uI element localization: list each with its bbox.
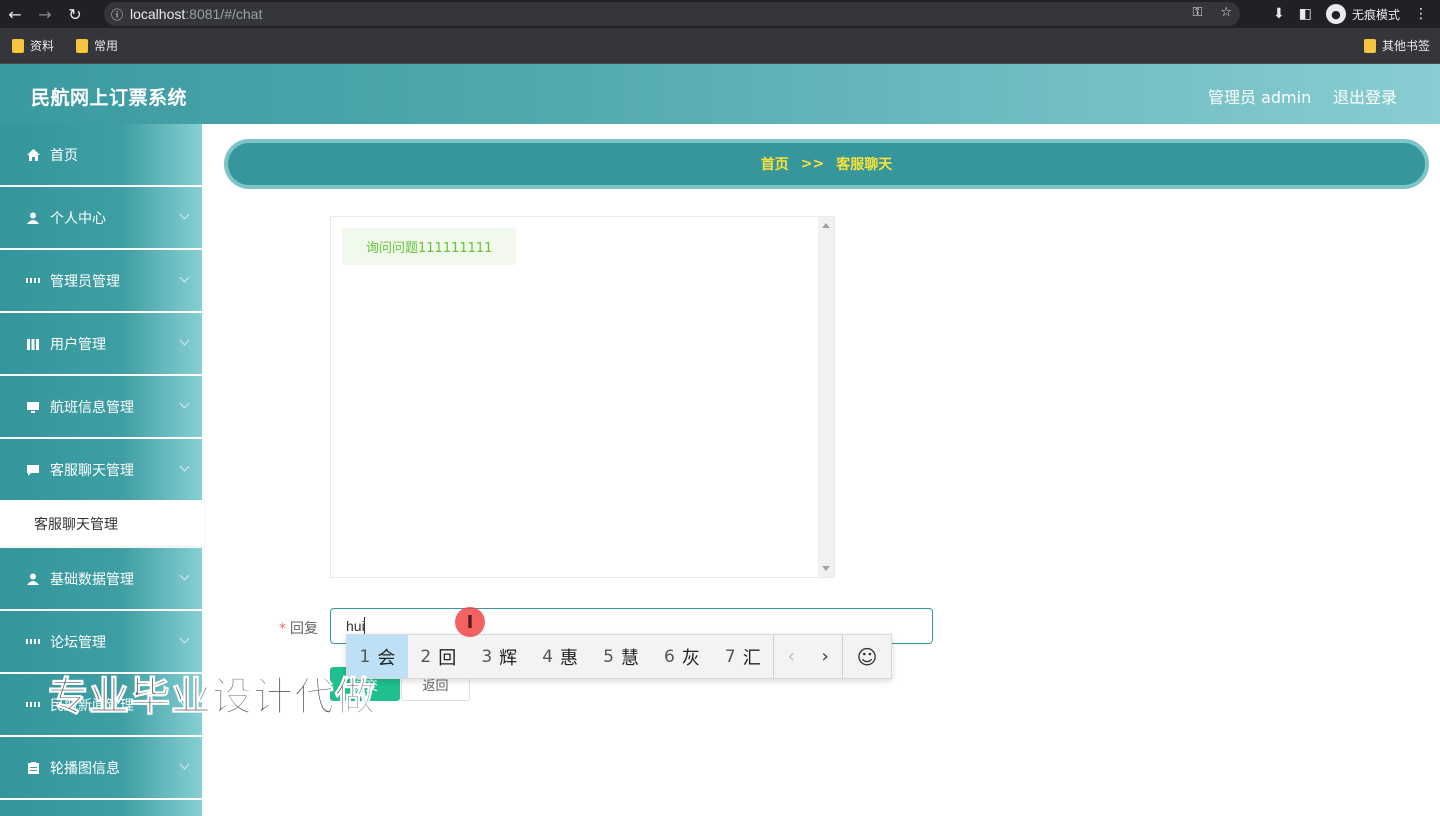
- chat-history[interactable]: 询问问题111111111: [330, 216, 835, 578]
- home-icon: [26, 148, 40, 162]
- ime-candidate[interactable]: 3辉: [469, 635, 530, 678]
- bookmark-folder[interactable]: 常用: [76, 37, 118, 54]
- side-panel-icon[interactable]: ◧: [1299, 6, 1312, 22]
- download-icon[interactable]: ⬇: [1273, 6, 1285, 22]
- folder-icon: [76, 38, 88, 53]
- browser-toolbar: ← → ↻ ⓘ localhost:8081/#/chat ⚿ ☆ ⬇ ◧ ● …: [0, 0, 1440, 28]
- ime-candidate[interactable]: 7汇: [712, 635, 773, 678]
- chat-scrollbar[interactable]: [818, 217, 834, 577]
- address-bar[interactable]: ⓘ localhost:8081/#/chat ⚿ ☆: [104, 2, 1240, 26]
- emoji-icon[interactable]: ☺: [843, 635, 891, 678]
- sidebar-item-home[interactable]: 首页: [0, 124, 202, 185]
- reload-icon[interactable]: ↻: [60, 0, 90, 28]
- breadcrumb: 首页 >> 客服聊天: [224, 139, 1429, 189]
- sidebar-item-profile[interactable]: 个人中心: [0, 187, 202, 248]
- watermark: 专业毕业设计代做: [48, 674, 376, 721]
- ime-candidate[interactable]: 5慧: [591, 635, 652, 678]
- star-icon[interactable]: ☆: [1220, 5, 1232, 20]
- bookmarks-bar: 资料 常用 其他书签: [0, 28, 1440, 64]
- sidebar-item-forum[interactable]: 论坛管理: [0, 611, 202, 672]
- chevron-down-icon: [179, 272, 190, 283]
- ime-next-page-icon[interactable]: ›: [808, 635, 842, 678]
- menu-dots-icon[interactable]: ⋮: [1414, 6, 1428, 22]
- reply-label: * 回复: [279, 621, 318, 637]
- chevron-down-icon: [179, 570, 190, 581]
- grid-icon: [26, 635, 40, 649]
- chevron-down-icon: [179, 335, 190, 346]
- grid-icon: [26, 274, 40, 288]
- ime-candidate[interactable]: 6灰: [651, 635, 712, 678]
- chevron-up-icon: [179, 461, 190, 472]
- chevron-down-icon: [179, 759, 190, 770]
- url-text: localhost:8081/#/chat: [130, 6, 263, 22]
- current-user: 管理员 admin: [1208, 88, 1312, 107]
- chat-message: 询问问题111111111: [342, 228, 517, 265]
- scroll-down-arrow-icon[interactable]: [822, 566, 830, 571]
- other-bookmarks[interactable]: 其他书签: [1364, 37, 1430, 54]
- scroll-up-arrow-icon[interactable]: [822, 223, 830, 228]
- logout-link[interactable]: 退出登录: [1333, 84, 1397, 108]
- breadcrumb-home[interactable]: 首页: [761, 154, 789, 174]
- ime-candidate[interactable]: 4惠: [530, 635, 591, 678]
- text-caret: [364, 617, 365, 635]
- incognito-indicator[interactable]: ● 无痕模式: [1325, 4, 1400, 24]
- bookmark-folder[interactable]: 资料: [12, 37, 54, 54]
- forward-arrow-icon[interactable]: →: [30, 0, 60, 28]
- sidebar-item-more[interactable]: [0, 800, 202, 816]
- chevron-down-icon: [179, 209, 190, 220]
- ime-candidate-bar: 1会 2回 3辉 4惠 5慧 6灰 7汇 ‹ › ☺: [346, 634, 892, 679]
- user-icon: [26, 572, 40, 586]
- sidebar-item-admin[interactable]: 管理员管理: [0, 250, 202, 311]
- incognito-icon: ●: [1325, 4, 1346, 24]
- chevron-down-icon: [179, 633, 190, 644]
- text-cursor-icon: I: [455, 607, 485, 637]
- sidebar-item-basic-data[interactable]: 基础数据管理: [0, 548, 202, 609]
- app-title: 民航网上订票系统: [31, 87, 188, 109]
- sidebar-subitem-chat-management[interactable]: 客服聊天管理: [0, 501, 204, 546]
- app-header: 民航网上订票系统 管理员 admin 退出登录: [0, 64, 1440, 124]
- folder-icon: [12, 38, 24, 53]
- folder-icon: [1364, 38, 1376, 53]
- clipboard-icon: [26, 761, 40, 775]
- user-icon: [26, 211, 40, 225]
- breadcrumb-current: 客服聊天: [836, 157, 893, 173]
- info-icon[interactable]: ⓘ: [104, 6, 130, 23]
- grid-icon: [26, 698, 40, 712]
- ime-candidate[interactable]: 2回: [408, 635, 469, 678]
- chat-icon: [26, 463, 40, 477]
- sidebar-item-chat[interactable]: 客服聊天管理: [0, 439, 202, 500]
- chevron-down-icon: [179, 398, 190, 409]
- breadcrumb-separator: >>: [800, 156, 825, 172]
- back-arrow-icon[interactable]: ←: [0, 0, 30, 28]
- sidebar-item-carousel[interactable]: 轮播图信息: [0, 737, 202, 798]
- sidebar-item-users[interactable]: 用户管理: [0, 313, 202, 374]
- monitor-icon: [26, 400, 40, 414]
- key-icon[interactable]: ⚿: [1192, 5, 1202, 20]
- ime-prev-page-icon[interactable]: ‹: [774, 635, 808, 678]
- bars-icon: [26, 337, 40, 351]
- sidebar-item-flights[interactable]: 航班信息管理: [0, 376, 202, 437]
